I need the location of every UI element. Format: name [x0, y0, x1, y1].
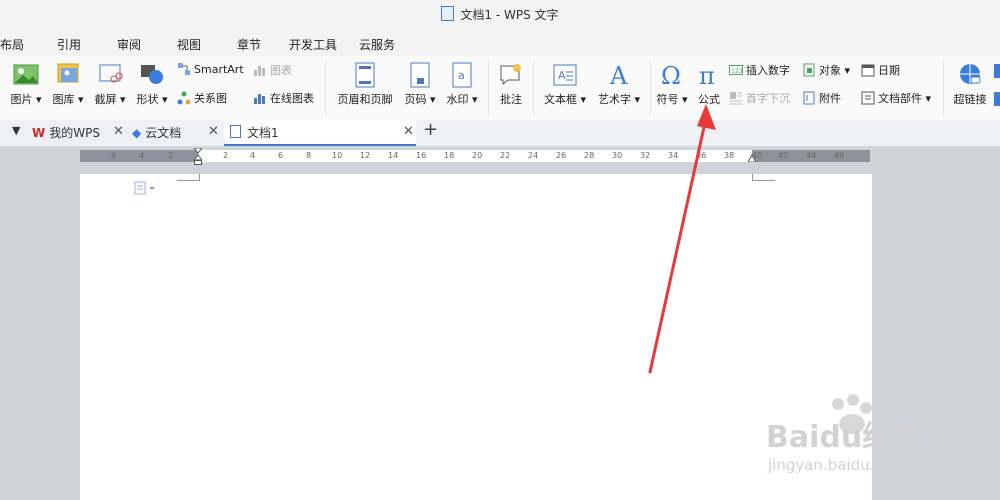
- annotation-arrow: [648, 104, 716, 374]
